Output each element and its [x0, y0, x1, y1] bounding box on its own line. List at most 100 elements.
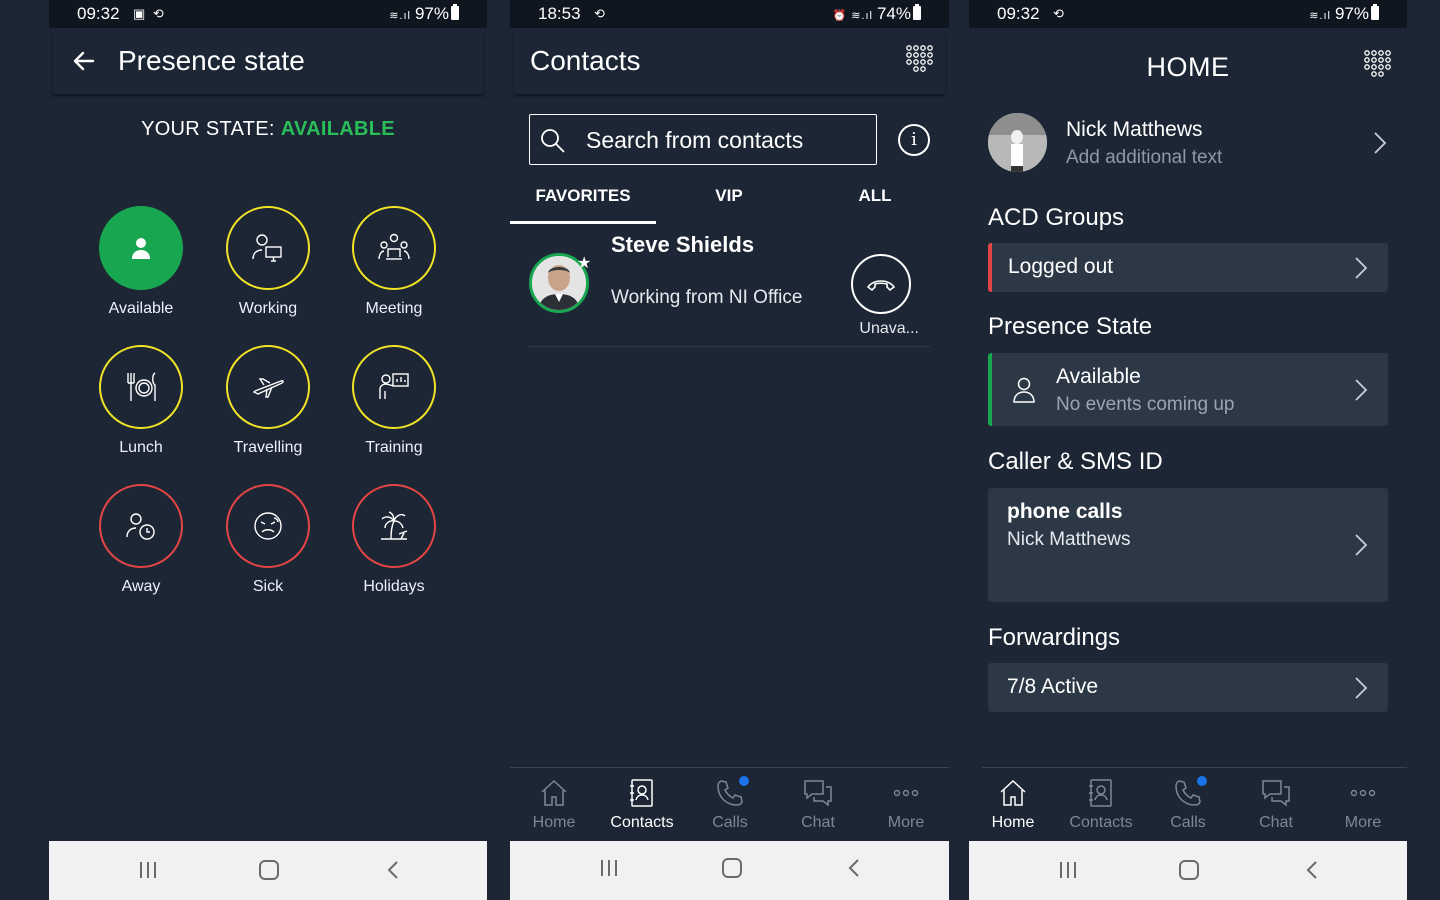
- dialpad-icon[interactable]: [903, 44, 933, 76]
- contact-row[interactable]: ★ Steve Shields Working from NI Office U…: [529, 226, 930, 347]
- state-meeting-ring[interactable]: [352, 206, 436, 290]
- battery-percent: 74%: [876, 4, 911, 23]
- app-bar: Contacts: [514, 32, 945, 94]
- state-label: Sick: [252, 578, 284, 595]
- person-clock-icon: [126, 513, 155, 540]
- state-sick[interactable]: Sick: [205, 484, 331, 596]
- caller-sms-card[interactable]: phone calls Nick Matthews: [988, 488, 1388, 602]
- acd-groups-card[interactable]: Logged out: [988, 243, 1388, 292]
- palm-tree-icon: [381, 511, 408, 540]
- call-button[interactable]: [851, 254, 911, 314]
- contacts-book-icon: [630, 779, 653, 807]
- state-training[interactable]: Training: [331, 345, 457, 457]
- home-button-icon[interactable]: [1178, 859, 1200, 881]
- state-holidays-ring[interactable]: [352, 484, 436, 568]
- recent-apps-icon[interactable]: [137, 859, 159, 881]
- page-title: HOME: [1146, 52, 1230, 82]
- home-button-icon[interactable]: [258, 859, 280, 881]
- recent-apps-icon[interactable]: [598, 857, 620, 879]
- state-label: Away: [121, 578, 161, 595]
- state-working-ring[interactable]: [226, 206, 310, 290]
- state-travelling[interactable]: Travelling: [205, 345, 331, 457]
- presence-sub: No events coming up: [1056, 394, 1235, 415]
- back-button-icon[interactable]: [1302, 859, 1324, 881]
- your-state: YOUR STATE: AVAILABLE: [49, 118, 487, 141]
- battery-percent: 97%: [1334, 4, 1369, 23]
- user-additional-text[interactable]: Add additional text: [1066, 147, 1222, 169]
- notification-icons: ⟲: [594, 6, 607, 21]
- page-title: Contacts: [530, 45, 641, 76]
- nav-calls[interactable]: Calls: [686, 776, 774, 832]
- nav-more[interactable]: More: [1319, 778, 1407, 832]
- page-title: Presence state: [118, 45, 305, 76]
- state-available[interactable]: Available: [78, 206, 204, 318]
- caller-label: phone calls: [1007, 500, 1123, 523]
- nav-label: Calls: [712, 814, 748, 831]
- tab-favorites[interactable]: FAVORITES: [510, 186, 656, 206]
- home-icon: [1000, 779, 1026, 806]
- status-time: 09:32: [77, 4, 120, 23]
- back-arrow-icon[interactable]: [69, 46, 99, 76]
- bottom-nav: Home Contacts Calls Chat More: [510, 767, 949, 842]
- home-button-icon[interactable]: [721, 857, 743, 879]
- state-holidays[interactable]: Holidays: [331, 484, 457, 596]
- bottom-nav: Home Contacts Calls Chat More: [982, 767, 1407, 842]
- dialpad-icon[interactable]: [1361, 49, 1391, 81]
- nav-label: More: [1344, 814, 1382, 831]
- state-travelling-ring[interactable]: [226, 345, 310, 429]
- your-state-value: AVAILABLE: [280, 118, 395, 140]
- state-sick-ring[interactable]: [226, 484, 310, 568]
- state-meeting[interactable]: Meeting: [331, 206, 457, 318]
- state-away-ring[interactable]: [99, 484, 183, 568]
- status-time: 09:32: [997, 4, 1040, 23]
- contacts-book-icon: [1089, 779, 1112, 807]
- person-icon: [1013, 377, 1035, 403]
- chevron-right-icon: [1355, 534, 1368, 556]
- signal-icon: ≋.ıl: [1309, 10, 1331, 22]
- contact-name: Steve Shields: [611, 232, 755, 257]
- back-button-icon[interactable]: [383, 859, 405, 881]
- nav-more[interactable]: More: [862, 778, 949, 832]
- chevron-right-icon[interactable]: [1373, 131, 1387, 155]
- more-dots-icon: [893, 789, 919, 797]
- state-available-ring[interactable]: [99, 206, 183, 290]
- state-lunch-ring[interactable]: [99, 345, 183, 429]
- person-icon: [132, 238, 150, 259]
- nav-chat[interactable]: Chat: [774, 778, 862, 832]
- state-lunch[interactable]: Lunch: [78, 345, 204, 457]
- calls-notification-badge: [739, 776, 749, 786]
- chevron-right-icon: [1355, 677, 1368, 699]
- state-label: Meeting: [365, 300, 423, 317]
- acd-status: Logged out: [1008, 255, 1114, 278]
- state-label: Working: [238, 300, 298, 317]
- nav-home[interactable]: Home: [510, 778, 598, 832]
- state-away[interactable]: Away: [78, 484, 204, 596]
- status-right: ⏰ ≋.ıl 74%: [832, 4, 921, 24]
- presence-screen: 09:32 ▣ ⟲ ≋.ıl 97% Presence state YOUR ST…: [49, 0, 487, 900]
- nav-chat[interactable]: Chat: [1232, 778, 1320, 832]
- contact-status: Working from NI Office: [611, 287, 803, 308]
- recent-apps-icon[interactable]: [1057, 859, 1079, 881]
- nav-contacts[interactable]: Contacts: [598, 778, 686, 832]
- nav-label: Contacts: [610, 814, 674, 831]
- user-avatar[interactable]: [988, 113, 1047, 172]
- nav-calls[interactable]: Calls: [1144, 776, 1232, 832]
- acd-groups-title: ACD Groups: [988, 204, 1125, 231]
- search-input[interactable]: Search from contacts: [529, 114, 877, 165]
- presence-state-card[interactable]: Available No events coming up: [988, 353, 1388, 426]
- battery-icon: [1371, 4, 1379, 20]
- search-placeholder: Search from contacts: [586, 127, 804, 153]
- state-label: Training: [365, 439, 423, 456]
- forwardings-card[interactable]: 7/8 Active: [988, 663, 1388, 712]
- forwardings-value: 7/8 Active: [1007, 675, 1099, 698]
- info-icon[interactable]: i: [898, 124, 930, 156]
- back-button-icon[interactable]: [844, 857, 866, 879]
- user-name[interactable]: Nick Matthews: [1066, 118, 1203, 142]
- tab-vip[interactable]: VIP: [656, 186, 802, 206]
- nav-contacts[interactable]: Contacts: [1057, 778, 1145, 832]
- status-bar: 09:32 ▣ ⟲ ≋.ıl 97%: [49, 0, 487, 28]
- tab-all[interactable]: ALL: [802, 186, 948, 206]
- state-training-ring[interactable]: [352, 345, 436, 429]
- nav-home[interactable]: Home: [969, 778, 1057, 832]
- state-working[interactable]: Working: [205, 206, 331, 318]
